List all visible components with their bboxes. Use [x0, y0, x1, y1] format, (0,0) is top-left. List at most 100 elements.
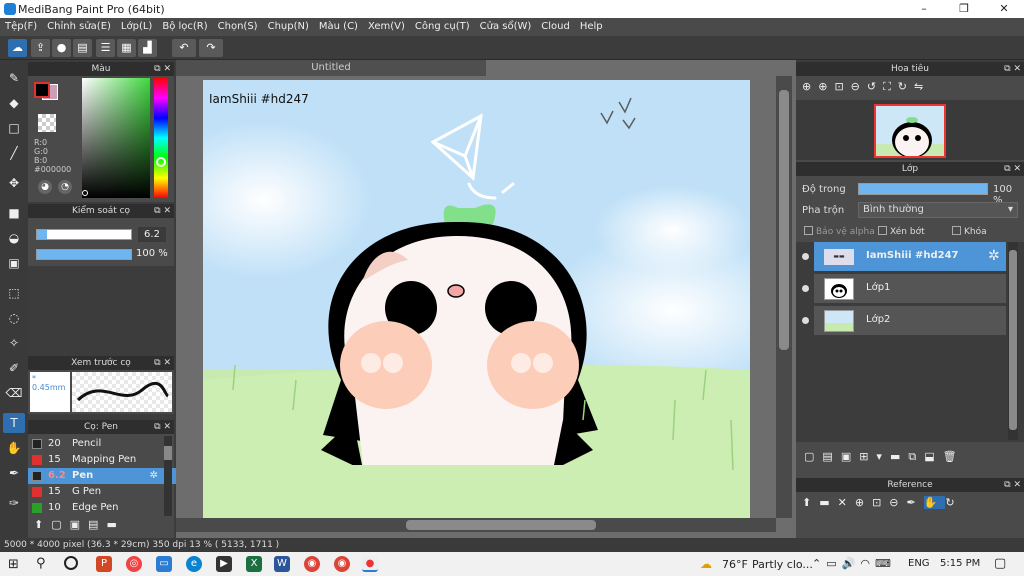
reference-close-icon[interactable]: ✕ — [838, 496, 855, 509]
panel-close-icon[interactable]: ⧉ ✕ — [1004, 478, 1021, 492]
layer-settings-gear-icon[interactable]: ✲ — [988, 248, 1000, 264]
transparent-swatch[interactable] — [38, 114, 56, 132]
line-tool-icon[interactable]: ╱ — [3, 143, 25, 163]
hue-slider-handle[interactable] — [156, 157, 166, 167]
reference-open-icon[interactable]: ▬ — [819, 496, 837, 509]
layer-row-1[interactable]: Lớp1 — [802, 274, 1006, 304]
lasso-tool-icon[interactable]: ◌ — [3, 308, 25, 328]
grid-list-icon[interactable]: ▦ — [117, 39, 136, 57]
list-icon[interactable]: ☰ — [96, 39, 115, 57]
chrome-profile-icon[interactable]: ◉ — [334, 556, 350, 572]
maximize-button[interactable]: ❐ — [944, 0, 984, 18]
add-layer-menu-icon[interactable]: ⊞▾ — [859, 450, 890, 463]
add-brush-icon[interactable]: ▣ — [70, 518, 88, 531]
panel-close-icon[interactable]: ⧉ ✕ — [154, 62, 171, 76]
windows-start-icon[interactable]: ⊞ — [8, 557, 19, 572]
brush-folder-icon[interactable]: ▬ — [106, 518, 124, 531]
brush-settings-icon[interactable]: ▤ — [88, 518, 106, 531]
medibang-taskbar-icon[interactable]: ● — [362, 556, 378, 572]
brush-list-scrollbar[interactable] — [164, 436, 172, 516]
zoom-fit-icon[interactable]: ⊕ — [802, 80, 818, 93]
search-icon[interactable]: ⚲ — [36, 556, 46, 571]
tray-chevron-icon[interactable]: ⌃ — [812, 557, 826, 570]
gradient-tool-icon[interactable]: ▣ — [3, 253, 25, 273]
select-pen-tool-icon[interactable]: ✐ — [3, 358, 25, 378]
palette-add-icon[interactable]: ◔ — [58, 180, 72, 194]
panel-close-icon[interactable]: ⧉ ✕ — [1004, 62, 1021, 76]
word-icon[interactable]: W — [274, 556, 290, 572]
folder-icon[interactable]: ▬ — [890, 450, 908, 463]
new-brush-icon[interactable]: ▢ — [51, 518, 69, 531]
lock-checkbox[interactable]: Khóa — [952, 226, 987, 237]
redo-icon[interactable]: ↷ — [199, 39, 223, 57]
language-indicator[interactable]: ENG — [908, 558, 930, 569]
undo-icon[interactable]: ↶ — [172, 39, 196, 57]
reference-hand-icon[interactable]: ✋ — [923, 496, 946, 509]
media-icon[interactable]: ▶ — [216, 556, 232, 572]
duplicate-layer-icon[interactable]: ⧉ — [908, 450, 924, 463]
menu-edit[interactable]: Chỉnh sửa(E) — [42, 18, 116, 36]
text-tool-icon[interactable]: T — [3, 413, 25, 433]
layout-icon[interactable]: ▟ — [138, 39, 157, 57]
move-tool-icon[interactable]: ✥ — [3, 173, 25, 193]
saturation-value-picker[interactable] — [82, 78, 150, 198]
share-icon[interactable]: ⇪ — [31, 39, 50, 57]
brush-size-slider[interactable] — [36, 229, 132, 240]
brush-item-pen[interactable]: 6.2 Pen ✲ — [28, 468, 176, 484]
clipping-checkbox[interactable]: Xén bớt — [878, 226, 925, 237]
hand-tool-icon[interactable]: ✋ — [3, 438, 25, 458]
fullscreen-icon[interactable]: ⛶ — [883, 80, 898, 93]
edge-icon[interactable]: e — [186, 556, 202, 572]
menu-snap[interactable]: Chụp(N) — [263, 18, 314, 36]
pen-tool-icon[interactable]: ✑ — [3, 493, 25, 513]
chat-icon[interactable]: ● — [52, 39, 71, 57]
brush-item-mapping-pen[interactable]: 15 Mapping Pen — [28, 452, 176, 468]
volume-icon[interactable]: 🔊 — [842, 557, 861, 570]
ime-icon[interactable]: ⌨ — [875, 557, 896, 570]
rotate-right-icon[interactable]: ↻ — [898, 80, 914, 93]
sv-picker-cursor[interactable] — [82, 190, 88, 196]
fit-window-icon[interactable]: ⊡ — [834, 80, 850, 93]
delete-layer-icon[interactable]: 🗑 — [943, 450, 965, 463]
cloud-icon[interactable]: ☁ — [8, 39, 27, 57]
excel-icon[interactable]: X — [246, 556, 262, 572]
visibility-eye-icon[interactable] — [802, 253, 809, 260]
navigator-thumbnail[interactable] — [874, 104, 946, 158]
powerpoint-icon[interactable]: P — [96, 556, 112, 572]
panel-close-icon[interactable]: ⧉ ✕ — [154, 356, 171, 370]
reference-rotate-icon[interactable]: ↻ — [945, 496, 962, 509]
close-button[interactable]: ✕ — [984, 0, 1024, 18]
menu-view[interactable]: Xem(V) — [363, 18, 410, 36]
zoom-in-icon[interactable]: ⊕ — [818, 80, 834, 93]
menu-window[interactable]: Cửa sổ(W) — [475, 18, 537, 36]
panel-close-icon[interactable]: ⧉ ✕ — [1004, 162, 1021, 176]
fill-rect-tool-icon[interactable]: ■ — [3, 203, 25, 223]
drawing-canvas[interactable]: IamShiii #hd247 — [203, 80, 750, 518]
visibility-eye-icon[interactable] — [802, 317, 809, 324]
menu-file[interactable]: Tệp(F) — [0, 18, 42, 36]
cloud-brush-icon[interactable]: ⬆ — [34, 518, 51, 531]
layer-row-2[interactable]: Lớp2 — [802, 306, 1006, 336]
panel-close-icon[interactable]: ⧉ ✕ — [154, 204, 171, 218]
menu-filter[interactable]: Bộ lọc(R) — [157, 18, 212, 36]
layer-row-text[interactable]: ▬▬ IamShiii #hd247 ✲ — [802, 242, 1006, 272]
minimize-button[interactable]: – — [904, 0, 944, 18]
protect-alpha-checkbox[interactable]: Bảo vệ alpha — [804, 226, 875, 237]
menu-layer[interactable]: Lớp(L) — [116, 18, 157, 36]
pc-icon[interactable]: ▭ — [156, 556, 172, 572]
rotate-left-icon[interactable]: ↺ — [867, 80, 883, 93]
new-halftone-layer-icon[interactable]: ▤ — [822, 450, 840, 463]
panel-close-icon[interactable]: ⧉ ✕ — [154, 420, 171, 434]
magic-wand-tool-icon[interactable]: ✧ — [3, 333, 25, 353]
palette-icon[interactable]: ◕ — [38, 180, 52, 194]
canvas-hscrollbar[interactable] — [176, 518, 776, 532]
brush-item-pencil[interactable]: 20 Pencil — [28, 436, 176, 452]
brush-item-g-pen[interactable]: 15 G Pen — [28, 484, 176, 500]
clock[interactable]: 5:15 PM — [940, 558, 980, 569]
hue-slider[interactable] — [154, 78, 168, 198]
layer-opacity-slider[interactable] — [858, 183, 988, 195]
bucket-tool-icon[interactable]: ◒ — [3, 228, 25, 248]
chrome-icon[interactable]: ◉ — [304, 556, 320, 572]
blend-mode-select[interactable]: Bình thường ▾ — [858, 202, 1018, 218]
menu-cloud[interactable]: Cloud — [536, 18, 575, 36]
